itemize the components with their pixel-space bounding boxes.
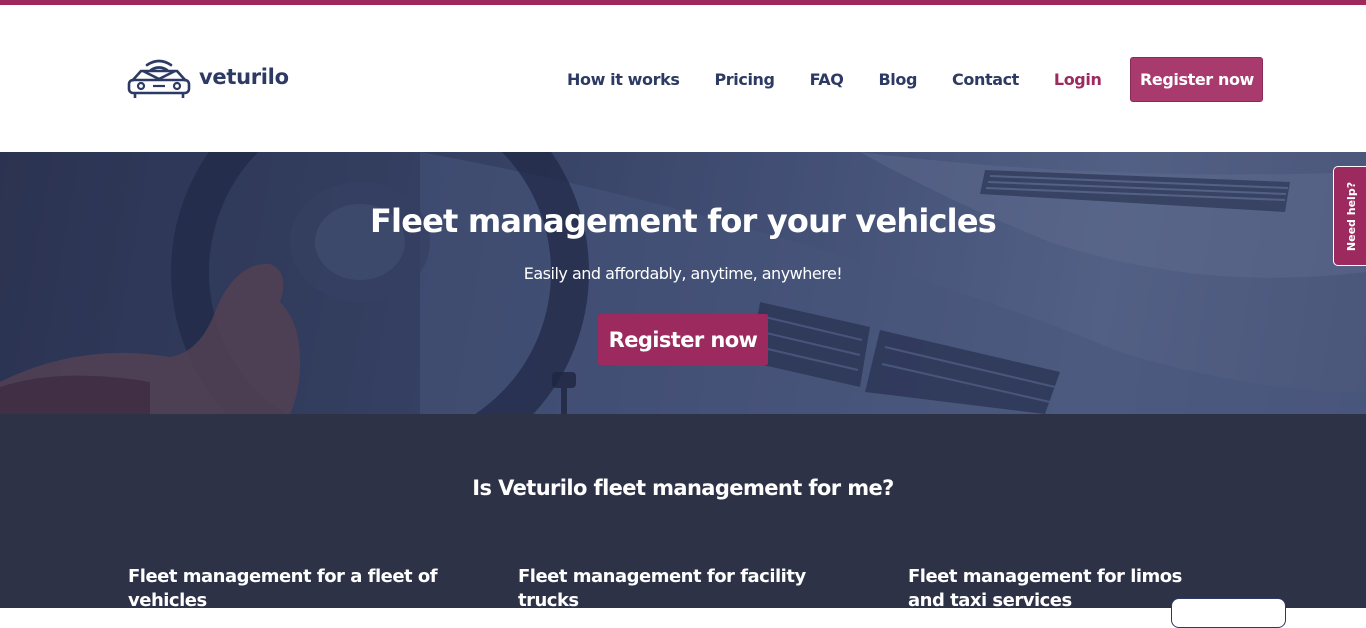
card-title-facility-trucks: Fleet management for facility trucks bbox=[518, 566, 806, 611]
nav-pricing[interactable]: Pricing bbox=[714, 70, 775, 89]
hero-title: Fleet management for your vehicles bbox=[369, 202, 997, 240]
logo-link[interactable]: veturilo bbox=[127, 55, 289, 99]
main-nav: How it works Pricing FAQ Blog Contact Lo… bbox=[567, 57, 1264, 102]
hero-register-button[interactable]: Register now bbox=[598, 314, 768, 365]
hero-section: Fleet management for your vehicles Easil… bbox=[0, 152, 1366, 414]
for-me-section: Is Veturilo fleet management for me? Fle… bbox=[0, 414, 1366, 628]
hero-subtitle: Easily and affordably, anytime, anywhere… bbox=[523, 264, 843, 283]
need-help-tab[interactable]: Need help? bbox=[1333, 166, 1366, 266]
car-wifi-icon bbox=[127, 59, 191, 98]
nav-contact[interactable]: Contact bbox=[952, 70, 1019, 89]
nav-blog[interactable]: Blog bbox=[878, 70, 917, 89]
logo-text: veturilo bbox=[199, 65, 289, 89]
section-title: Is Veturilo fleet management for me? bbox=[472, 476, 894, 500]
header-register-button[interactable]: Register now bbox=[1130, 57, 1264, 102]
nav-how-it-works[interactable]: How it works bbox=[567, 70, 680, 89]
need-help-label: Need help? bbox=[1345, 181, 1358, 251]
hero-overlay bbox=[0, 152, 1366, 414]
nav-login[interactable]: Login bbox=[1054, 70, 1102, 89]
nav-faq[interactable]: FAQ bbox=[810, 70, 844, 89]
card-title-fleet: Fleet management for a fleet of vehicles bbox=[128, 566, 438, 611]
chat-widget-button[interactable] bbox=[1171, 598, 1286, 628]
site-header: veturilo How it works Pricing FAQ Blog C… bbox=[0, 5, 1366, 152]
